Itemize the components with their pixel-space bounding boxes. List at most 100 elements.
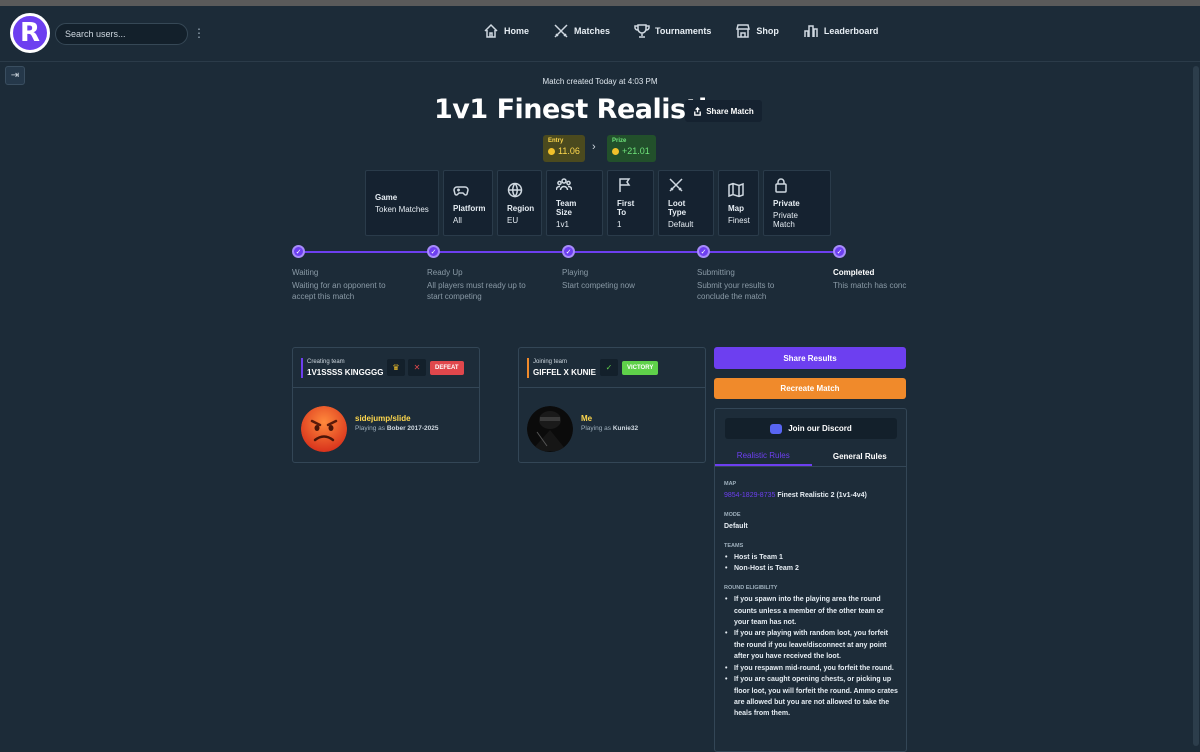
rules-body: MAP 9854-1829-8735 Finest Realistic 2 (1… xyxy=(724,479,900,720)
scrollbar-thumb[interactable] xyxy=(1193,66,1199,746)
player-name[interactable]: sidejump/slide xyxy=(355,414,411,423)
join-discord-label: Join our Discord xyxy=(788,424,852,433)
check-icon: ✓ xyxy=(292,245,305,258)
tab-general-rules[interactable]: General Rules xyxy=(812,447,907,466)
list-item: If you respawn mid-round, you forfeit th… xyxy=(724,663,900,675)
close-icon: ✕ xyxy=(408,359,426,376)
swords-icon xyxy=(669,178,683,192)
gamepad-icon xyxy=(453,185,469,196)
share-results-button[interactable]: Share Results xyxy=(714,347,906,369)
nav-leaderboard[interactable]: Leaderboard xyxy=(803,22,878,40)
crown-icon: ♛ xyxy=(387,359,405,376)
discord-icon xyxy=(770,423,783,434)
team-rule-prefix: Host is xyxy=(734,554,760,562)
entry-label: Entry xyxy=(548,138,564,144)
info-value: Private Match xyxy=(773,211,798,229)
info-value: Token Matches xyxy=(375,204,429,214)
tab-realistic-rules[interactable]: Realistic Rules xyxy=(715,447,812,466)
share-match-label: Share Match xyxy=(706,106,754,116)
team-rule-prefix: Non-Host is xyxy=(734,565,776,573)
step-title: Playing xyxy=(562,268,589,277)
search-input[interactable] xyxy=(55,23,188,45)
step-title: Waiting xyxy=(292,268,319,277)
step-playing: Playing Start competing now xyxy=(562,268,682,291)
match-created-text: Match created Today at 4:03 PM xyxy=(542,77,658,86)
rules-section-heading: MODE xyxy=(724,511,741,518)
step-title: Submitting xyxy=(697,268,735,277)
step-ready-up: Ready Up All players must ready up to st… xyxy=(427,268,547,302)
info-label: Region xyxy=(507,203,535,213)
info-value: Default xyxy=(668,220,694,229)
info-map: Map Finest xyxy=(718,170,759,236)
teams-list: Host is Team 1 Non-Host is Team 2 xyxy=(724,552,900,575)
team-label: Creating team xyxy=(307,359,345,365)
info-first-to: First To 1 xyxy=(607,170,654,236)
nav-matches-label: Matches xyxy=(574,26,611,36)
rules-section-heading: ROUND ELIGIBILITY xyxy=(724,584,778,591)
match-info-row: Game Token Matches Platform All Region E… xyxy=(365,170,831,236)
info-team-size: Team Size 1v1 xyxy=(546,170,603,236)
angry-face-avatar[interactable] xyxy=(301,406,347,452)
nav-tournaments[interactable]: Tournaments xyxy=(634,22,711,40)
kebab-icon[interactable]: ⋮ xyxy=(193,26,205,40)
team-header: Creating team 1V1SSSS KINGGGG ♛ ✕ DEFEAT xyxy=(293,348,479,388)
shop-icon xyxy=(736,24,751,38)
home-icon xyxy=(484,23,498,38)
nav-home-label: Home xyxy=(504,26,530,36)
victory-badge: VICTORY xyxy=(622,361,659,375)
recreate-match-button[interactable]: Recreate Match xyxy=(714,378,906,399)
nav-shop-label: Shop xyxy=(756,26,779,36)
step-desc: This match has conc xyxy=(833,281,907,290)
list-item: Non-Host is Team 2 xyxy=(724,563,900,575)
info-label: Platform xyxy=(453,203,486,213)
step-desc: All players must ready up to start compe… xyxy=(427,281,526,301)
ninja-avatar[interactable] xyxy=(527,406,573,452)
map-code-link[interactable]: 9854-1829-8735 xyxy=(724,492,775,499)
nav-home[interactable]: Home xyxy=(483,22,529,40)
step-desc: Submit your results to conclude the matc… xyxy=(697,281,775,301)
info-game: Game Token Matches xyxy=(365,170,439,236)
leaderboard-icon xyxy=(804,25,818,37)
list-item: Host is Team 1 xyxy=(724,552,900,564)
step-desc: Start competing now xyxy=(562,281,635,290)
team-rule-value: Team 1 xyxy=(759,554,783,562)
match-title: 1v1 Finest Realistic xyxy=(434,94,723,125)
check-icon: ✓ xyxy=(697,245,710,258)
round-eligibility-list: If you spawn into the playing area the r… xyxy=(724,594,900,719)
check-icon: ✓ xyxy=(562,245,575,258)
team-accent-bar xyxy=(527,358,529,378)
join-discord-button[interactable]: Join our Discord xyxy=(725,418,897,439)
share-match-button[interactable]: Share Match xyxy=(685,100,762,122)
map-name: Finest Realistic 2 (1v1-4v4) xyxy=(777,492,867,500)
creating-team-card: Creating team 1V1SSSS KINGGGG ♛ ✕ DEFEAT… xyxy=(292,347,480,463)
step-completed: Completed This match has conc xyxy=(833,268,908,291)
check-icon: ✓ xyxy=(833,245,846,258)
globe-icon xyxy=(507,182,523,198)
playing-as-name: Kunie32 xyxy=(612,425,639,432)
player-playing-as: Playing as Bober 2017-2025 xyxy=(355,425,438,432)
step-desc: Waiting for an opponent to accept this m… xyxy=(292,281,386,301)
team-accent-bar xyxy=(301,358,303,378)
team-label: Joining team xyxy=(533,359,568,365)
site-logo[interactable]: R xyxy=(10,13,50,53)
swords-icon xyxy=(554,24,568,38)
info-value: Finest xyxy=(728,215,750,225)
flag-icon xyxy=(619,178,631,192)
lock-icon xyxy=(775,178,787,193)
prize-label: Prize xyxy=(612,138,627,144)
rules-section-heading: TEAMS xyxy=(724,542,744,549)
list-item: If you spawn into the playing area the r… xyxy=(724,594,900,628)
nav-matches[interactable]: Matches xyxy=(553,22,610,40)
prize-value: +21.01 xyxy=(622,146,650,156)
rules-section-heading: MAP xyxy=(724,481,737,487)
trophy-icon xyxy=(634,24,650,38)
entry-value: 11.06 xyxy=(558,146,580,156)
player-name[interactable]: Me xyxy=(581,414,592,423)
team-rule-value: Team 2 xyxy=(775,565,799,573)
step-title: Completed xyxy=(833,268,875,277)
nav-shop[interactable]: Shop xyxy=(735,22,779,40)
info-value: EU xyxy=(507,215,519,225)
info-region: Region EU xyxy=(497,170,542,236)
map-icon xyxy=(728,182,744,197)
rules-tabs: Realistic Rules General Rules xyxy=(715,447,907,467)
